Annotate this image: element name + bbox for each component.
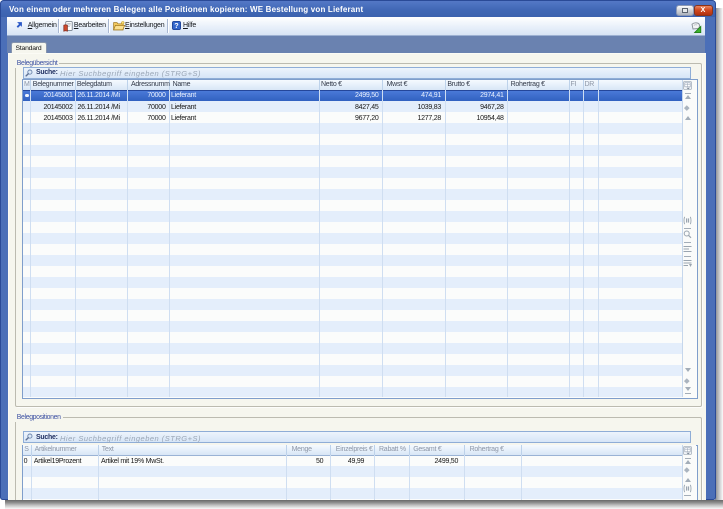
svg-text:?: ? <box>174 21 178 30</box>
